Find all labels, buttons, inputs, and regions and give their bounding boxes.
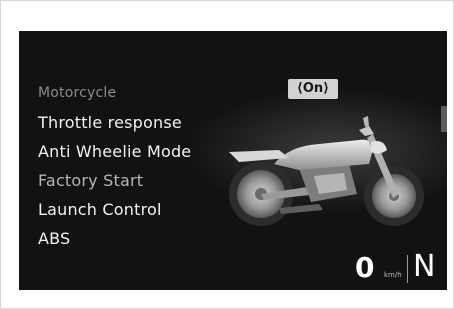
speed-readout: 0 [355, 251, 375, 284]
dashboard-screen: Motorcycle Throttle response Anti Wheeli… [19, 31, 447, 290]
gear-divider [407, 255, 408, 283]
scroll-indicator [441, 106, 447, 132]
motorcycle-icon [229, 116, 424, 226]
display-frame: Motorcycle Throttle response Anti Wheeli… [0, 0, 454, 309]
motorcycle-value-selector[interactable]: ⟨On⟩ [288, 79, 338, 99]
menu-item-motorcycle[interactable]: Motorcycle [38, 79, 268, 108]
speed-unit: km/h [384, 271, 402, 279]
gear-indicator: N [413, 249, 436, 284]
